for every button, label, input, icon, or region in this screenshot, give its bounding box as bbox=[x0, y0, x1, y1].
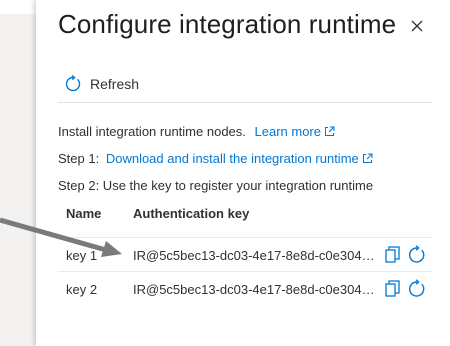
key-name: key 1 bbox=[66, 248, 98, 263]
close-button[interactable] bbox=[407, 16, 427, 36]
table-row: key 1 IR@5c5bec13-dc03-4e17-8e8d-c0e304a… bbox=[58, 237, 432, 271]
download-ir-link[interactable]: Download and install the integration run… bbox=[106, 151, 373, 166]
row-divider bbox=[58, 237, 432, 238]
copy-key-button[interactable] bbox=[385, 246, 401, 264]
regenerate-key-button[interactable] bbox=[407, 245, 427, 265]
refresh-icon bbox=[409, 245, 425, 263]
key-name: key 2 bbox=[66, 282, 98, 297]
auth-key-value: IR@5c5bec13-dc03-4e17-8e8d-c0e304a... bbox=[133, 282, 378, 297]
refresh-button[interactable]: Refresh bbox=[64, 70, 139, 98]
learn-more-link[interactable]: Learn more bbox=[255, 124, 335, 139]
row-divider bbox=[58, 271, 432, 272]
install-text: Install integration runtime nodes. bbox=[58, 124, 246, 139]
external-link-icon bbox=[362, 153, 373, 163]
toolbar: Refresh bbox=[58, 70, 428, 102]
external-link-icon bbox=[325, 126, 335, 136]
download-ir-label: Download and install the integration run… bbox=[105, 151, 359, 166]
regenerate-key-button[interactable] bbox=[407, 279, 427, 299]
toolbar-divider bbox=[58, 102, 432, 103]
step2-text: Step 2: Use the key to register your int… bbox=[58, 178, 374, 193]
close-icon bbox=[411, 20, 423, 32]
refresh-icon bbox=[65, 75, 81, 92]
column-header-auth-key: Authentication key bbox=[133, 206, 250, 221]
background-pane-top bbox=[0, 0, 36, 14]
step1-prefix: Step 1: bbox=[58, 151, 100, 166]
learn-more-label: Learn more bbox=[254, 124, 321, 139]
copy-key-button[interactable] bbox=[385, 280, 401, 298]
background-pane bbox=[0, 0, 36, 346]
configure-ir-panel: Configure integration runtime Refresh In… bbox=[36, 0, 450, 346]
auth-key-value: IR@5c5bec13-dc03-4e17-8e8d-c0e304a... bbox=[133, 248, 378, 263]
copy-icon bbox=[385, 246, 400, 263]
refresh-icon bbox=[409, 279, 425, 297]
table-row: key 2 IR@5c5bec13-dc03-4e17-8e8d-c0e304a… bbox=[58, 271, 432, 305]
refresh-label: Refresh bbox=[90, 76, 140, 92]
copy-icon bbox=[385, 280, 400, 297]
panel-title: Configure integration runtime bbox=[58, 9, 397, 39]
install-line: Install integration runtime nodes. Learn… bbox=[58, 124, 335, 139]
column-header-name: Name bbox=[66, 206, 102, 221]
step1-line: Step 1: Download and install the integra… bbox=[58, 151, 373, 166]
